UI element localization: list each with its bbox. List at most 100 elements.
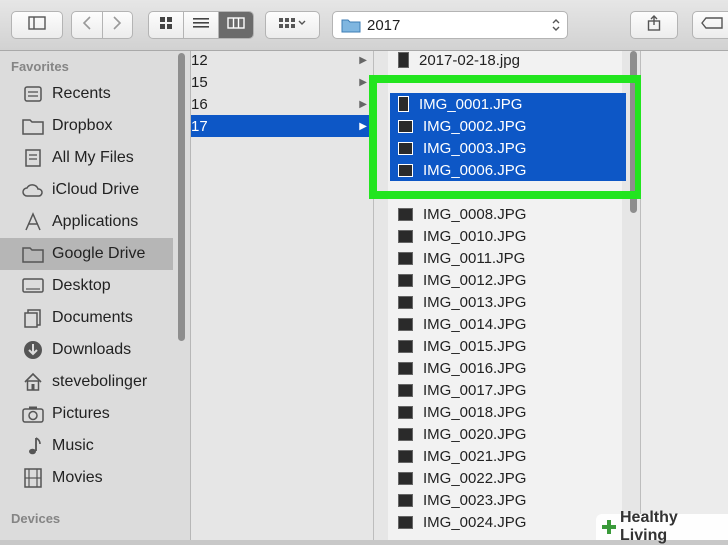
music-icon [22, 435, 44, 457]
tag-button[interactable] [692, 11, 728, 39]
file-row[interactable]: IMG_0023.JPG [390, 489, 626, 511]
sidebar-item-label: Recents [52, 85, 111, 102]
folder-row[interactable]: 16 ▶ [191, 93, 373, 115]
sidebar-item-recents[interactable]: Recents [0, 78, 173, 110]
preview-column [641, 51, 728, 540]
forward-button[interactable] [103, 12, 133, 38]
file-row[interactable]: IMG_0013.JPG [390, 291, 626, 313]
image-thumbnail-icon [398, 229, 413, 243]
path-label: 2017 [367, 16, 401, 34]
sidebar-item-stevebolinger[interactable]: stevebolinger [0, 366, 173, 398]
sidebar-item-label: Desktop [52, 277, 111, 294]
file-row[interactable]: 2017-02-18.jpg [390, 49, 626, 71]
back-button[interactable] [72, 12, 103, 38]
sidebar-item-dropbox[interactable]: Dropbox [0, 110, 173, 142]
disclosure-arrow-icon: ▶ [359, 54, 367, 66]
image-thumbnail-icon [398, 471, 413, 485]
share-button[interactable] [630, 11, 678, 39]
sidebar-item-label: Downloads [52, 341, 132, 358]
file-row[interactable]: IMG_0024.JPG [390, 511, 626, 533]
file-row[interactable]: IMG_0022.JPG [390, 467, 626, 489]
folder-icon [22, 115, 44, 137]
folder-row-label: 15 [191, 73, 208, 91]
folder-row[interactable]: 12 ▶ [191, 49, 373, 71]
file-row[interactable]: IMG_0008.JPG [390, 203, 626, 225]
file-row[interactable]: IMG_0014.JPG [390, 313, 626, 335]
all-files-icon [22, 147, 44, 169]
plus-icon [600, 518, 618, 536]
sidebar-item-label: Google Drive [52, 245, 146, 262]
sidebar-scrollbar[interactable] [178, 53, 185, 341]
sidebar-item-music[interactable]: Music [0, 430, 173, 462]
back-forward-control [71, 11, 133, 39]
back-icon [82, 15, 92, 35]
file-row[interactable]: IMG_0018.JPG [390, 401, 626, 423]
path-popup[interactable]: 2017 [332, 11, 568, 39]
view-mode-control [148, 11, 254, 39]
sidebar-item-downloads[interactable]: Downloads [0, 334, 173, 366]
sidebar-item-desktop[interactable]: Desktop [0, 270, 173, 302]
sidebar-item-applications[interactable]: Applications [0, 206, 173, 238]
favorites-heading: Favorites [11, 59, 69, 74]
toggle-sidebar-button[interactable] [11, 11, 63, 39]
list-view-button[interactable] [184, 12, 219, 38]
sidebar-item-label: All My Files [52, 149, 134, 166]
file-row[interactable]: IMG_0017.JPG [390, 379, 626, 401]
file-row[interactable]: IMG_0011.JPG [390, 247, 626, 269]
folder-row[interactable]: 15 ▶ [191, 71, 373, 93]
column-view-icon [227, 16, 245, 34]
file-name: IMG_0010.JPG [423, 227, 527, 245]
file-row[interactable]: IMG_0020.JPG [390, 423, 626, 445]
list-view-icon [193, 16, 209, 34]
applications-icon [22, 211, 44, 233]
image-thumbnail-icon [398, 449, 413, 463]
file-name: IMG_0011.JPG [423, 249, 526, 267]
sidebar: Favorites Recents Dropbox All My Files i… [0, 51, 191, 540]
file-row[interactable]: IMG_0021.JPG [390, 445, 626, 467]
sidebar-item-pictures[interactable]: Pictures [0, 398, 173, 430]
file-row[interactable]: IMG_0012.JPG [390, 269, 626, 291]
sidebar-item-label: Dropbox [52, 117, 113, 134]
folder-icon [22, 243, 44, 265]
file-name: IMG_0012.JPG [423, 271, 527, 289]
icon-view-button[interactable] [149, 12, 184, 38]
documents-icon [22, 307, 44, 329]
camera-icon [22, 403, 44, 425]
downloads-icon [22, 339, 44, 361]
sidebar-item-icloud-drive[interactable]: iCloud Drive [0, 174, 173, 206]
arrange-menu-button[interactable] [265, 11, 320, 39]
folder-icon [341, 17, 361, 33]
file-row[interactable]: IMG_0010.JPG [390, 225, 626, 247]
image-thumbnail-icon [398, 273, 413, 287]
column-view-button[interactable] [219, 12, 253, 38]
sidebar-item-google-drive[interactable]: Google Drive [0, 238, 173, 270]
sidebar-item-label: Applications [52, 213, 139, 230]
selection-highlight-box [369, 75, 643, 199]
sidebar-item-movies[interactable]: Movies [0, 462, 173, 494]
image-thumbnail-icon [398, 405, 413, 419]
image-thumbnail-icon [398, 383, 413, 397]
folder-row-selected[interactable]: 17 ▶ [191, 115, 373, 137]
file-name: IMG_0021.JPG [423, 447, 527, 465]
image-thumbnail-icon [398, 295, 413, 309]
devices-heading: Devices [11, 511, 61, 526]
icon-view-icon [160, 16, 172, 34]
file-row[interactable]: IMG_0016.JPG [390, 357, 626, 379]
forward-icon [112, 15, 122, 35]
file-name: IMG_0022.JPG [423, 469, 527, 487]
healthy-living-watermark: Healthy Living [596, 509, 728, 544]
file-name: IMG_0018.JPG [423, 403, 527, 421]
sidebar-item-label: Pictures [52, 405, 110, 422]
sidebar-item-label: iCloud Drive [52, 181, 140, 198]
folder-row-label: 16 [191, 95, 208, 113]
cloud-icon [22, 179, 44, 201]
sidebar-item-documents[interactable]: Documents [0, 302, 173, 334]
file-row[interactable]: IMG_0015.JPG [390, 335, 626, 357]
image-thumbnail-icon [398, 427, 413, 441]
folder-row-label: 12 [191, 51, 208, 69]
file-name: IMG_0020.JPG [423, 425, 527, 443]
disclosure-arrow-icon: ▶ [359, 120, 367, 132]
finder-toolbar: 2017 [0, 0, 728, 51]
folder-column: 12 ▶ 15 ▶ 16 ▶ 17 ▶ [191, 51, 374, 540]
sidebar-item-all-my-files[interactable]: All My Files [0, 142, 173, 174]
